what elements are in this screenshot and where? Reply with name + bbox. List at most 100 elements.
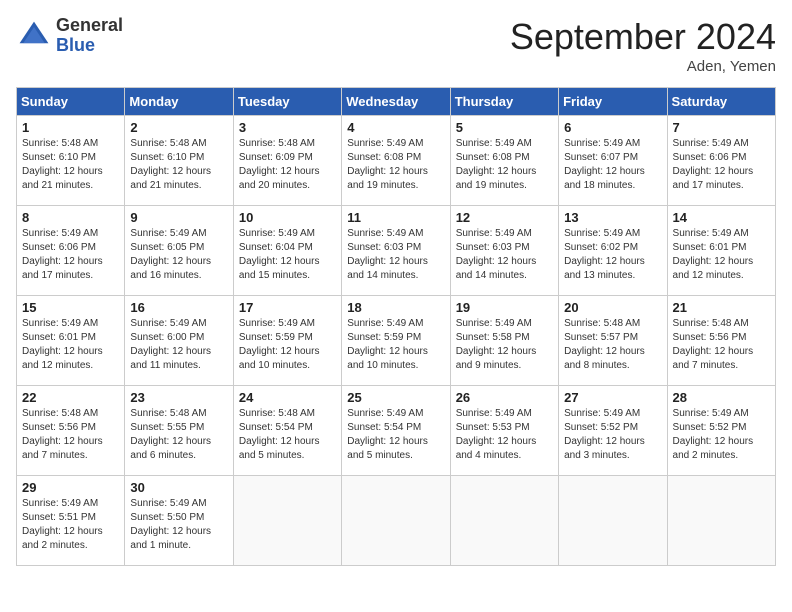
table-row: 6 Sunrise: 5:49 AMSunset: 6:07 PMDayligh… xyxy=(559,116,667,206)
day-number: 23 xyxy=(130,390,227,405)
day-number: 20 xyxy=(564,300,661,315)
calendar-week-row: 1 Sunrise: 5:48 AMSunset: 6:10 PMDayligh… xyxy=(17,116,776,206)
day-info: Sunrise: 5:49 AMSunset: 6:06 PMDaylight:… xyxy=(673,137,770,193)
table-row: 4 Sunrise: 5:49 AMSunset: 6:08 PMDayligh… xyxy=(342,116,450,206)
col-wednesday: Wednesday xyxy=(342,88,450,116)
location: Aden, Yemen xyxy=(510,58,776,75)
day-info: Sunrise: 5:49 AMSunset: 5:58 PMDaylight:… xyxy=(456,317,553,373)
calendar-week-row: 8 Sunrise: 5:49 AMSunset: 6:06 PMDayligh… xyxy=(17,206,776,296)
day-number: 21 xyxy=(673,300,770,315)
logo: General Blue xyxy=(16,16,123,56)
day-number: 7 xyxy=(673,120,770,135)
day-info: Sunrise: 5:49 AMSunset: 6:04 PMDaylight:… xyxy=(239,227,336,283)
table-row: 21 Sunrise: 5:48 AMSunset: 5:56 PMDaylig… xyxy=(667,296,775,386)
day-number: 29 xyxy=(22,480,119,495)
day-info: Sunrise: 5:48 AMSunset: 5:56 PMDaylight:… xyxy=(22,407,119,463)
table-row: 12 Sunrise: 5:49 AMSunset: 6:03 PMDaylig… xyxy=(450,206,558,296)
table-row: 26 Sunrise: 5:49 AMSunset: 5:53 PMDaylig… xyxy=(450,386,558,476)
calendar-table: Sunday Monday Tuesday Wednesday Thursday… xyxy=(16,87,776,566)
day-info: Sunrise: 5:49 AMSunset: 5:59 PMDaylight:… xyxy=(239,317,336,373)
table-row: 22 Sunrise: 5:48 AMSunset: 5:56 PMDaylig… xyxy=(17,386,125,476)
table-row: 30 Sunrise: 5:49 AMSunset: 5:50 PMDaylig… xyxy=(125,476,233,566)
calendar-header-row: Sunday Monday Tuesday Wednesday Thursday… xyxy=(17,88,776,116)
day-number: 26 xyxy=(456,390,553,405)
day-number: 4 xyxy=(347,120,444,135)
table-row: 28 Sunrise: 5:49 AMSunset: 5:52 PMDaylig… xyxy=(667,386,775,476)
day-number: 9 xyxy=(130,210,227,225)
table-row xyxy=(450,476,558,566)
calendar-week-row: 15 Sunrise: 5:49 AMSunset: 6:01 PMDaylig… xyxy=(17,296,776,386)
table-row: 9 Sunrise: 5:49 AMSunset: 6:05 PMDayligh… xyxy=(125,206,233,296)
day-info: Sunrise: 5:49 AMSunset: 6:06 PMDaylight:… xyxy=(22,227,119,283)
day-info: Sunrise: 5:48 AMSunset: 5:55 PMDaylight:… xyxy=(130,407,227,463)
table-row: 7 Sunrise: 5:49 AMSunset: 6:06 PMDayligh… xyxy=(667,116,775,206)
logo-text: General Blue xyxy=(56,16,123,56)
day-info: Sunrise: 5:49 AMSunset: 6:08 PMDaylight:… xyxy=(347,137,444,193)
day-info: Sunrise: 5:49 AMSunset: 6:03 PMDaylight:… xyxy=(347,227,444,283)
day-number: 13 xyxy=(564,210,661,225)
day-info: Sunrise: 5:49 AMSunset: 6:05 PMDaylight:… xyxy=(130,227,227,283)
day-info: Sunrise: 5:48 AMSunset: 6:10 PMDaylight:… xyxy=(130,137,227,193)
table-row: 17 Sunrise: 5:49 AMSunset: 5:59 PMDaylig… xyxy=(233,296,341,386)
day-number: 30 xyxy=(130,480,227,495)
day-info: Sunrise: 5:49 AMSunset: 6:07 PMDaylight:… xyxy=(564,137,661,193)
day-info: Sunrise: 5:48 AMSunset: 6:09 PMDaylight:… xyxy=(239,137,336,193)
day-info: Sunrise: 5:49 AMSunset: 6:08 PMDaylight:… xyxy=(456,137,553,193)
table-row: 15 Sunrise: 5:49 AMSunset: 6:01 PMDaylig… xyxy=(17,296,125,386)
day-number: 12 xyxy=(456,210,553,225)
calendar-week-row: 22 Sunrise: 5:48 AMSunset: 5:56 PMDaylig… xyxy=(17,386,776,476)
day-number: 28 xyxy=(673,390,770,405)
day-info: Sunrise: 5:48 AMSunset: 5:54 PMDaylight:… xyxy=(239,407,336,463)
table-row: 14 Sunrise: 5:49 AMSunset: 6:01 PMDaylig… xyxy=(667,206,775,296)
table-row: 8 Sunrise: 5:49 AMSunset: 6:06 PMDayligh… xyxy=(17,206,125,296)
day-info: Sunrise: 5:49 AMSunset: 5:59 PMDaylight:… xyxy=(347,317,444,373)
col-monday: Monday xyxy=(125,88,233,116)
title-section: September 2024 Aden, Yemen xyxy=(510,16,776,75)
day-number: 17 xyxy=(239,300,336,315)
table-row: 23 Sunrise: 5:48 AMSunset: 5:55 PMDaylig… xyxy=(125,386,233,476)
table-row: 2 Sunrise: 5:48 AMSunset: 6:10 PMDayligh… xyxy=(125,116,233,206)
table-row xyxy=(233,476,341,566)
day-info: Sunrise: 5:49 AMSunset: 6:02 PMDaylight:… xyxy=(564,227,661,283)
day-number: 3 xyxy=(239,120,336,135)
table-row: 29 Sunrise: 5:49 AMSunset: 5:51 PMDaylig… xyxy=(17,476,125,566)
table-row: 1 Sunrise: 5:48 AMSunset: 6:10 PMDayligh… xyxy=(17,116,125,206)
logo-icon xyxy=(16,18,52,54)
day-number: 2 xyxy=(130,120,227,135)
logo-general: General xyxy=(56,16,123,36)
table-row: 27 Sunrise: 5:49 AMSunset: 5:52 PMDaylig… xyxy=(559,386,667,476)
day-number: 14 xyxy=(673,210,770,225)
table-row: 10 Sunrise: 5:49 AMSunset: 6:04 PMDaylig… xyxy=(233,206,341,296)
month-title: September 2024 xyxy=(510,16,776,58)
col-tuesday: Tuesday xyxy=(233,88,341,116)
logo-blue: Blue xyxy=(56,36,123,56)
calendar-week-row: 29 Sunrise: 5:49 AMSunset: 5:51 PMDaylig… xyxy=(17,476,776,566)
day-info: Sunrise: 5:49 AMSunset: 5:50 PMDaylight:… xyxy=(130,497,227,553)
day-number: 15 xyxy=(22,300,119,315)
day-number: 19 xyxy=(456,300,553,315)
table-row xyxy=(342,476,450,566)
day-info: Sunrise: 5:49 AMSunset: 6:01 PMDaylight:… xyxy=(673,227,770,283)
day-info: Sunrise: 5:48 AMSunset: 6:10 PMDaylight:… xyxy=(22,137,119,193)
day-info: Sunrise: 5:49 AMSunset: 5:52 PMDaylight:… xyxy=(564,407,661,463)
day-info: Sunrise: 5:49 AMSunset: 5:54 PMDaylight:… xyxy=(347,407,444,463)
table-row xyxy=(667,476,775,566)
day-info: Sunrise: 5:48 AMSunset: 5:57 PMDaylight:… xyxy=(564,317,661,373)
day-info: Sunrise: 5:49 AMSunset: 5:53 PMDaylight:… xyxy=(456,407,553,463)
day-number: 1 xyxy=(22,120,119,135)
table-row: 20 Sunrise: 5:48 AMSunset: 5:57 PMDaylig… xyxy=(559,296,667,386)
day-number: 27 xyxy=(564,390,661,405)
page-header: General Blue September 2024 Aden, Yemen xyxy=(16,16,776,75)
table-row: 16 Sunrise: 5:49 AMSunset: 6:00 PMDaylig… xyxy=(125,296,233,386)
col-saturday: Saturday xyxy=(667,88,775,116)
day-number: 24 xyxy=(239,390,336,405)
day-number: 10 xyxy=(239,210,336,225)
table-row: 13 Sunrise: 5:49 AMSunset: 6:02 PMDaylig… xyxy=(559,206,667,296)
day-number: 5 xyxy=(456,120,553,135)
table-row: 11 Sunrise: 5:49 AMSunset: 6:03 PMDaylig… xyxy=(342,206,450,296)
col-sunday: Sunday xyxy=(17,88,125,116)
day-number: 18 xyxy=(347,300,444,315)
table-row: 18 Sunrise: 5:49 AMSunset: 5:59 PMDaylig… xyxy=(342,296,450,386)
table-row: 5 Sunrise: 5:49 AMSunset: 6:08 PMDayligh… xyxy=(450,116,558,206)
table-row: 24 Sunrise: 5:48 AMSunset: 5:54 PMDaylig… xyxy=(233,386,341,476)
